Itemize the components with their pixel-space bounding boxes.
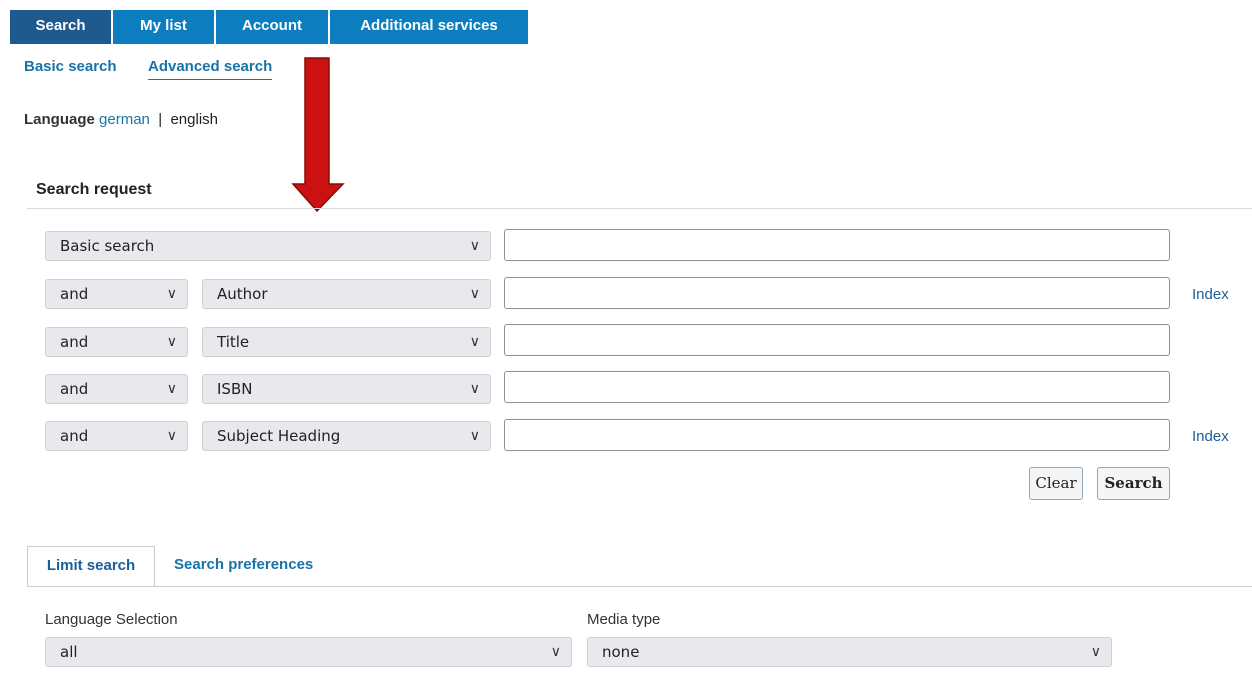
search-term-input-3[interactable]: [504, 324, 1170, 356]
chevron-down-icon: ∨: [469, 286, 480, 302]
chevron-down-icon: ∨: [469, 381, 480, 397]
red-arrow-annotation: [291, 57, 345, 212]
search-term-input-2[interactable]: [504, 277, 1170, 309]
operator-select-1[interactable]: and ∨: [45, 279, 188, 309]
select-value: and: [60, 285, 89, 303]
language-label: Language: [24, 111, 95, 128]
operator-select-3[interactable]: and ∨: [45, 374, 188, 404]
select-value: ISBN: [217, 380, 253, 398]
field-select-subject-heading[interactable]: Subject Heading ∨: [202, 421, 491, 451]
search-request-heading: Search request: [36, 181, 152, 198]
select-value: and: [60, 333, 89, 351]
media-type-select[interactable]: none ∨: [587, 637, 1112, 667]
index-link-author[interactable]: Index: [1192, 286, 1229, 303]
clear-button[interactable]: Clear: [1029, 467, 1083, 500]
index-link-subject-heading[interactable]: Index: [1192, 428, 1229, 445]
select-value: none: [602, 643, 640, 661]
search-term-input-4[interactable]: [504, 371, 1170, 403]
select-value: Basic search: [60, 237, 155, 255]
chevron-down-icon: ∨: [550, 644, 561, 660]
select-value: Title: [217, 333, 250, 351]
select-value: Subject Heading: [217, 427, 341, 445]
chevron-down-icon: ∨: [166, 286, 177, 302]
tab-limit-search[interactable]: Limit search: [27, 546, 155, 587]
search-button[interactable]: Search: [1097, 467, 1170, 500]
operator-select-2[interactable]: and ∨: [45, 327, 188, 357]
chevron-down-icon: ∨: [166, 334, 177, 350]
field-select-author[interactable]: Author ∨: [202, 279, 491, 309]
tab-divider: [27, 586, 1252, 587]
language-selection-select[interactable]: all ∨: [45, 637, 572, 667]
language-separator: |: [158, 111, 163, 128]
tab-account[interactable]: Account: [216, 10, 330, 44]
main-navigation: Search My list Account Additional servic…: [10, 10, 528, 44]
basic-search-link[interactable]: Basic search: [24, 58, 117, 75]
section-divider: [27, 208, 1252, 209]
language-english-current: english: [170, 111, 219, 128]
field-select-isbn[interactable]: ISBN ∨: [202, 374, 491, 404]
language-selection-label: Language Selection: [45, 611, 178, 628]
search-term-input-5[interactable]: [504, 419, 1170, 451]
tab-additional-services[interactable]: Additional services: [330, 10, 528, 44]
search-term-input-1[interactable]: [504, 229, 1170, 261]
language-german-link[interactable]: german: [99, 111, 150, 128]
field-select-title[interactable]: Title ∨: [202, 327, 491, 357]
basic-search-select[interactable]: Basic search ∨: [45, 231, 491, 261]
tab-my-list[interactable]: My list: [113, 10, 216, 44]
chevron-down-icon: ∨: [469, 428, 480, 444]
chevron-down-icon: ∨: [166, 381, 177, 397]
operator-select-4[interactable]: and ∨: [45, 421, 188, 451]
tab-search-preferences[interactable]: Search preferences: [174, 556, 313, 573]
select-value: all: [60, 643, 78, 661]
select-value: and: [60, 427, 89, 445]
media-type-label: Media type: [587, 611, 661, 628]
chevron-down-icon: ∨: [1090, 644, 1101, 660]
chevron-down-icon: ∨: [166, 428, 177, 444]
chevron-down-icon: ∨: [469, 334, 480, 350]
chevron-down-icon: ∨: [469, 238, 480, 254]
language-switch: Language german | english: [24, 111, 218, 128]
select-value: Author: [217, 285, 268, 303]
tab-search[interactable]: Search: [10, 10, 113, 44]
select-value: and: [60, 380, 89, 398]
advanced-search-link[interactable]: Advanced search: [148, 58, 273, 80]
